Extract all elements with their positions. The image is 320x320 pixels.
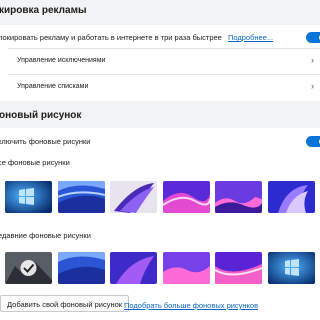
add-wallpaper-button[interactable]: Добавить свой фоновый рисунок [0,295,130,312]
chevron-right-icon[interactable]: › [311,81,314,91]
wallpaper-thumb-pink-landscape[interactable] [163,252,210,284]
ad-block-heading: кировка рекламы [0,5,87,16]
manage-exceptions-label[interactable]: Управление исключениями [17,57,105,64]
wallpaper-heading: оновый рисунок [0,110,82,121]
all-wallpapers-heading: се фоновые рисунки [0,158,70,167]
wallpaper-thumb-violet-shape[interactable] [110,252,157,284]
wallpaper-thumb-windows-recent[interactable] [268,252,315,284]
wallpaper-thumb-blue-waves[interactable] [58,181,105,213]
ad-block-card: локировать рекламу и работать в интернет… [0,25,320,101]
recent-wallpapers-heading: едавние фоновые рисунки [0,231,91,240]
wallpaper-thumb-indigo-swirl[interactable] [268,181,315,213]
enable-wallpaper-toggle[interactable] [306,136,320,147]
divider [8,48,320,49]
wallpaper-card: ключить фоновые рисунки се фоновые рисун… [0,128,320,320]
divider [8,74,320,75]
ad-block-text: локировать рекламу и работать в интернет… [0,33,222,42]
wallpaper-thumb-purple-fold[interactable] [110,181,157,213]
ad-block-toggle[interactable] [306,32,320,43]
wallpaper-thumb-blue-waves-recent[interactable] [58,252,105,284]
ad-block-more-link[interactable]: Подробнее... [228,33,273,42]
wallpaper-thumb-magenta-wave[interactable] [215,252,262,284]
ad-block-row: локировать рекламу и работать в интернет… [0,33,273,42]
wallpaper-thumb-selected-gray[interactable] [5,252,52,284]
wallpaper-thumb-windows-blue[interactable] [5,181,52,213]
manage-lists-label[interactable]: Управление списками [17,83,88,90]
chevron-right-icon[interactable]: › [311,55,314,65]
more-wallpapers-link[interactable]: Подобрать больше фоновых рисунков [124,301,258,310]
wallpaper-thumb-violet-ribbon[interactable] [163,181,210,213]
wallpaper-thumb-violet-landscape[interactable] [215,181,262,213]
enable-wallpaper-text: ключить фоновые рисунки [0,137,91,146]
